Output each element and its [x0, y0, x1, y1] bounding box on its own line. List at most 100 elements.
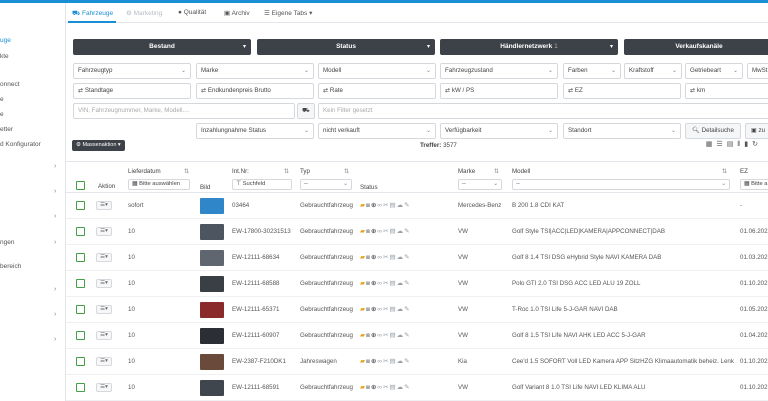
typ-filter[interactable]: -- ⌄	[300, 179, 352, 190]
wrench-icon[interactable]: ✎	[404, 306, 410, 313]
document-icon[interactable]: ▤	[389, 228, 396, 235]
verkaufskanaele-button[interactable]: Verkaufskanäle	[624, 39, 768, 55]
farben-select[interactable]: Farben ⌄	[563, 63, 621, 79]
cell-intnr[interactable]: EW-12111-60907	[232, 332, 298, 339]
chevron-right-icon[interactable]: ›	[54, 188, 56, 195]
row-checkbox[interactable]	[76, 201, 85, 210]
document-icon[interactable]: ▤	[389, 306, 396, 313]
row-action-menu[interactable]: ☰▾	[96, 383, 112, 392]
sidebar-item-einstellungen[interactable]: ngen	[0, 239, 14, 246]
wrench-icon[interactable]: ✎	[404, 228, 410, 235]
file-icon[interactable]: ▮	[744, 141, 752, 148]
tab-eigene-tabs[interactable]: ☰ Eigene Tabs ▾	[264, 9, 312, 17]
refresh-icon[interactable]: ↻	[752, 141, 762, 148]
tab-archiv[interactable]: ▣ Archiv	[224, 9, 250, 17]
vehicle-thumbnail[interactable]	[200, 354, 224, 370]
document-icon[interactable]: ▤	[389, 202, 396, 209]
row-action-menu[interactable]: ☰▾	[96, 279, 112, 288]
wrench-icon[interactable]: ✎	[404, 332, 410, 339]
vehicle-thumbnail[interactable]	[200, 380, 224, 396]
row-checkbox[interactable]	[76, 253, 85, 262]
reset-button[interactable]: ▣ zu	[745, 123, 768, 139]
cell-intnr[interactable]: EW-2387-F210DK1	[232, 358, 298, 365]
detailsuche-button[interactable]: 🔍︎ Detailsuche	[685, 123, 741, 139]
row-checkbox[interactable]	[76, 331, 85, 340]
lieferdatum-filter[interactable]: ▦ Bitte auswählen	[128, 179, 190, 190]
marke-select[interactable]: Marke ⌄	[196, 63, 314, 79]
marke-filter[interactable]: -- ⌄	[458, 179, 502, 190]
col-modell[interactable]: Modell	[512, 168, 530, 175]
sidebar-item-newsletter[interactable]: etter	[0, 126, 13, 133]
massenaktion-button[interactable]: ⚙ Massenaktion ▾	[72, 140, 125, 151]
vehicle-thumbnail[interactable]	[200, 198, 224, 214]
ez-range[interactable]: ⇄ EZ	[563, 83, 681, 99]
wrench-icon[interactable]: ✎	[404, 202, 410, 209]
col-intnr[interactable]: Int.Nr:	[232, 168, 249, 175]
row-checkbox[interactable]	[76, 357, 85, 366]
row-checkbox[interactable]	[76, 227, 85, 236]
document-icon[interactable]: ▤	[389, 332, 396, 339]
fahrzeugzustand-select[interactable]: Fahrzeugzustand ⌄	[440, 63, 558, 79]
row-action-menu[interactable]: ☰▾	[96, 201, 112, 210]
row-action-menu[interactable]: ☰▾	[96, 227, 112, 236]
chevron-right-icon[interactable]: ›	[54, 286, 56, 293]
modell-select[interactable]: Modell ⌄	[318, 63, 436, 79]
list-view-icon[interactable]: ☰	[716, 141, 726, 148]
row-checkbox[interactable]	[76, 383, 85, 392]
sidebar-item-fahrzeuge[interactable]: uge	[0, 37, 11, 44]
table-row[interactable]: ☰▾ 10 EW-12111-68591 Gebrauchtfahrzeug ▰◙⊕∞✂…	[66, 375, 768, 401]
chevron-right-icon[interactable]: ›	[54, 311, 56, 318]
bestand-button[interactable]: Bestand ▾	[73, 39, 251, 55]
wrench-icon[interactable]: ✎	[404, 280, 410, 287]
tab-marketing[interactable]: ⚙ Marketing	[126, 9, 162, 17]
cell-intnr[interactable]: EW-12111-68591	[232, 384, 298, 391]
mwst-select[interactable]: MwSt	[747, 63, 768, 79]
chevron-right-icon[interactable]: ›	[54, 163, 56, 170]
table-row[interactable]: ☰▾ 10 EW-12111-68634 Gebrauchtfahrzeug ▰◙⊕∞✂…	[66, 245, 768, 271]
table-row[interactable]: ☰▾ 10 EW-12111-60907 Gebrauchtfahrzeug ▰◙⊕∞✂…	[66, 323, 768, 349]
standtage-range[interactable]: ⇄ Standtage	[73, 83, 191, 99]
row-action-menu[interactable]: ☰▾	[96, 253, 112, 262]
chevron-right-icon[interactable]: ›	[54, 336, 56, 343]
kraftstoff-select[interactable]: Kraftstoff ⌄	[624, 63, 682, 79]
intnr-search[interactable]: ⊤ Suchfeld	[232, 179, 292, 190]
km-range[interactable]: ⇄ km	[685, 83, 768, 99]
col-ez[interactable]: EZ	[740, 168, 748, 175]
cell-intnr[interactable]: EW-12111-68588	[232, 280, 298, 287]
document-icon[interactable]: ▤	[389, 280, 396, 287]
table-row[interactable]: ☰▾ 10 EW-2387-F210DK1 Jahreswagen ▰◙⊕∞✂▤☁✎ Ki…	[66, 349, 768, 375]
cell-intnr[interactable]: EW-12111-65371	[232, 306, 298, 313]
row-action-menu[interactable]: ☰▾	[96, 331, 112, 340]
verkaufsstatus-select[interactable]: nicht verkauft ⌄	[318, 123, 436, 139]
row-checkbox[interactable]	[76, 305, 85, 314]
calendar-icon[interactable]: ▦	[706, 141, 717, 148]
chevron-right-icon[interactable]: ›	[54, 213, 56, 220]
sidebar-item-konfigurator[interactable]: d Konfigurator	[0, 141, 41, 148]
getriebeart-select[interactable]: Getriebeart ⌄	[685, 63, 743, 79]
grid-view-icon[interactable]: ▤	[727, 141, 738, 148]
inzahlungnahme-status-select[interactable]: Inzahlungnahme Status ⌄	[196, 123, 314, 139]
sort-icon[interactable]: ⇅	[284, 168, 289, 175]
sort-icon[interactable]: ⇅	[722, 168, 727, 175]
row-action-menu[interactable]: ☰▾	[96, 357, 112, 366]
modell-filter[interactable]: -- ⌄	[512, 179, 730, 190]
sidebar-item-5[interactable]: e	[0, 111, 4, 118]
col-typ[interactable]: Typ	[300, 168, 310, 175]
vehicle-thumbnail[interactable]	[200, 302, 224, 318]
select-all-checkbox[interactable]	[76, 181, 85, 190]
sidebar-item-produkte[interactable]: kte	[0, 53, 9, 60]
vehicle-search-input[interactable]: VIN, Fahrzeugnummer, Marke, Modell....	[73, 103, 295, 119]
document-icon[interactable]: ▤	[389, 384, 396, 391]
vehicle-thumbnail[interactable]	[200, 224, 224, 240]
row-checkbox[interactable]	[76, 279, 85, 288]
table-row[interactable]: ☰▾ 10 EW-12111-65371 Gebrauchtfahrzeug ▰◙⊕∞✂…	[66, 297, 768, 323]
cell-intnr[interactable]: EW-17800-30231513	[232, 228, 298, 235]
sort-icon[interactable]: ⇅	[344, 168, 349, 175]
table-row[interactable]: ☰▾ sofort 03464 Gebrauchtfahrzeug ▰◙⊕∞✂▤☁✎ Me…	[66, 193, 768, 219]
document-icon[interactable]: ▤	[389, 254, 396, 261]
kw-ps-range[interactable]: ⇄ kW / PS	[440, 83, 558, 99]
sidebar-item-bereich[interactable]: bereich	[0, 263, 21, 270]
document-icon[interactable]: ▤	[389, 358, 396, 365]
rate-range[interactable]: ⇄ Rate	[318, 83, 436, 99]
cell-intnr[interactable]: EW-12111-68634	[232, 254, 298, 261]
